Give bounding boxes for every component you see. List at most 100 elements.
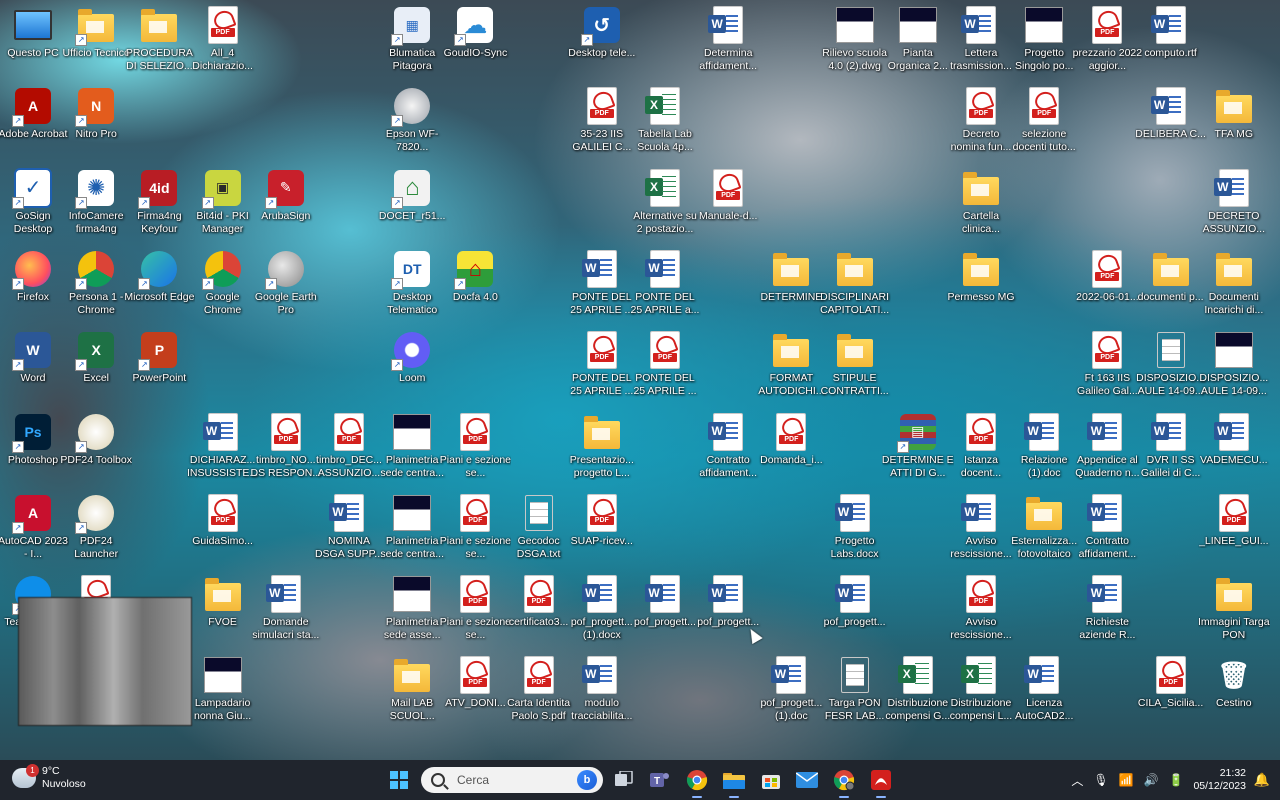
- desktop-icon[interactable]: pof_progett... (1).docx: [567, 569, 637, 649]
- desktop-icon[interactable]: Cartella clinica...: [946, 163, 1016, 243]
- desktop-icon[interactable]: ↗ Epson WF-7820...: [377, 81, 447, 161]
- desktop-icon[interactable]: DISPOSIZIO... AULE 14-09...: [1199, 325, 1269, 405]
- desktop-icon[interactable]: computo.rtf: [1136, 0, 1206, 80]
- desktop-icon[interactable]: Permesso MG: [946, 244, 1016, 324]
- desktop-icon[interactable]: Rilievo scuola 4.0 (2).dwg: [820, 0, 890, 80]
- desktop-icon[interactable]: Gecodoc DSGA.txt: [504, 488, 574, 568]
- search-input[interactable]: Cerca b: [421, 767, 603, 793]
- desktop-icon[interactable]: ▣ ↗ Bit4id - PKI Manager: [188, 163, 258, 243]
- desktop-icon[interactable]: Istanza docent...: [946, 407, 1016, 487]
- task-view-button[interactable]: [608, 764, 640, 796]
- desktop-icon[interactable]: PONTE DEL 25 APRILE ...: [630, 325, 700, 405]
- acrobat-taskbar-button[interactable]: [865, 764, 897, 798]
- desktop-icon[interactable]: prezzario 2022 aggior...: [1072, 0, 1142, 80]
- desktop-icon[interactable]: W ↗ Word: [0, 325, 68, 405]
- desktop-icon[interactable]: Mail LAB SCUOL...: [377, 650, 447, 730]
- desktop-icon[interactable]: ↗ Firefox: [0, 244, 68, 324]
- desktop-icon[interactable]: DT ↗ Desktop Telematico: [377, 244, 447, 324]
- desktop-icon[interactable]: SUAP-ricev...: [567, 488, 637, 568]
- desktop-icon[interactable]: DICHIARAZ... INSUSSISTE...: [187, 407, 258, 487]
- desktop-icon[interactable]: ⌂ ↗ DOCET_r51...: [377, 163, 447, 243]
- desktop-icon[interactable]: ↗ Persona 1 - Chrome: [61, 244, 131, 324]
- desktop-icon[interactable]: Planimetria sede centra...: [377, 488, 447, 568]
- desktop-icon[interactable]: Lettera trasmission...: [946, 0, 1016, 80]
- desktop-icon[interactable]: Appendice al Quaderno n...: [1072, 407, 1142, 487]
- desktop-icon[interactable]: NOMINA DSGA SUPP...: [314, 488, 384, 568]
- desktop-icon[interactable]: PONTE DEL 25 APRILE ...: [567, 325, 637, 405]
- desktop-icon[interactable]: Avviso rescissione...: [946, 569, 1016, 649]
- microphone-icon[interactable]: 🎙: [1093, 773, 1108, 787]
- desktop-icon[interactable]: TFA MG: [1199, 81, 1269, 161]
- desktop-icon[interactable]: STIPULE CONTRATTI...: [820, 325, 890, 405]
- desktop-icon[interactable]: ▦ ↗ Blumatica Pitagora: [377, 0, 447, 80]
- desktop-icon[interactable]: 35-23 IIS GALILEI C...: [567, 81, 637, 161]
- desktop-icon[interactable]: Questo PC: [0, 0, 68, 80]
- desktop-icon[interactable]: Tabella Lab Scuola 4p...: [630, 81, 700, 161]
- store-button[interactable]: [755, 764, 787, 796]
- desktop-icon[interactable]: certificato3...: [504, 569, 574, 649]
- desktop-icon[interactable]: PONTE DEL 25 APRILE a...: [630, 244, 700, 324]
- desktop-icon[interactable]: Planimetria sede centra...: [377, 407, 447, 487]
- desktop-icon[interactable]: Planimetria sede asse...: [377, 569, 447, 649]
- desktop-icon[interactable]: Contratto affidament...: [693, 407, 763, 487]
- desktop-icon[interactable]: N ↗ Nitro Pro: [61, 81, 131, 161]
- desktop-icon[interactable]: Avviso rescissione...: [946, 488, 1016, 568]
- desktop-icon[interactable]: Pianta Organica 2...: [883, 0, 953, 80]
- notification-bell-icon[interactable]: 🔔: [1254, 772, 1270, 788]
- desktop-icon[interactable]: Relazione (1).doc: [1009, 407, 1079, 487]
- desktop-icon[interactable]: ↗ Ufficio Tecnico: [61, 0, 131, 80]
- desktop-icon[interactable]: _LINEE_GUI...: [1199, 488, 1269, 568]
- file-explorer-button[interactable]: [718, 764, 750, 798]
- desktop-icon[interactable]: Presentazio... progetto L...: [567, 407, 637, 487]
- desktop-icon[interactable]: Esternalizza... fotovoltaico: [1009, 488, 1079, 568]
- desktop-icon[interactable]: ☁ ↗ GoudIO-Sync: [440, 0, 510, 80]
- desktop-icon[interactable]: Licenza AutoCAD2...: [1009, 650, 1079, 730]
- desktop-icon[interactable]: Determina affidament...: [693, 0, 763, 80]
- desktop-icon[interactable]: ✺ ↗ InfoCamere firma4ng: [61, 163, 131, 243]
- desktop-icon[interactable]: selezione docenti tuto...: [1009, 81, 1079, 161]
- desktop-icon[interactable]: ↗ Loom: [377, 325, 447, 405]
- chrome-taskbar-button[interactable]: [681, 764, 713, 798]
- desktop-icon[interactable]: Ft 163 IIS Galileo Gal...: [1072, 325, 1142, 405]
- desktop-icon[interactable]: ↗ Microsoft Edge: [124, 244, 194, 324]
- desktop-icon[interactable]: All_4 Dichiarazio...: [188, 0, 258, 80]
- desktop-icon[interactable]: DETERMINE: [756, 244, 826, 324]
- desktop-icon[interactable]: ✎ ↗ ArubaSign: [251, 163, 321, 243]
- desktop-icon[interactable]: ↗ Google Chrome: [188, 244, 258, 324]
- desktop-icon[interactable]: DISCIPLINARI CAPITOLATI...: [820, 244, 890, 324]
- desktop-icon[interactable]: Piani e sezione se...: [440, 407, 511, 487]
- chrome-profile-button[interactable]: [828, 764, 860, 798]
- desktop-icon[interactable]: documenti p...: [1136, 244, 1206, 324]
- desktop-icon[interactable]: CILA_Sicilia...: [1136, 650, 1206, 730]
- desktop-icon[interactable]: Lampadario nonna Giu...: [188, 650, 258, 730]
- desktop-icon[interactable]: P ↗ PowerPoint: [124, 325, 194, 405]
- bing-icon[interactable]: b: [577, 770, 597, 790]
- teams-button[interactable]: T: [644, 764, 676, 796]
- desktop-icon[interactable]: X ↗ Excel: [61, 325, 131, 405]
- desktop-icon[interactable]: PONTE DEL 25 APRILE ...: [567, 244, 637, 324]
- desktop-icon[interactable]: timbro_DEC... ASSUNZIO...: [314, 407, 384, 487]
- desktop-icon[interactable]: A ↗ Adobe Acrobat: [0, 81, 68, 161]
- desktop-icon[interactable]: Manuale-d...: [693, 163, 763, 243]
- desktop-icon[interactable]: 🗑 Cestino: [1199, 650, 1269, 730]
- desktop-icon[interactable]: ▤ ↗ DETERMINE E ATTI DI G...: [882, 407, 954, 487]
- desktop-icon[interactable]: Immagini Targa PON: [1198, 569, 1270, 649]
- desktop-icon[interactable]: ↗ PDF24 Launcher: [61, 488, 131, 568]
- desktop-icon[interactable]: Carta Identita Paolo S.pdf: [504, 650, 574, 730]
- desktop-icon[interactable]: GuidaSimo...: [188, 488, 258, 568]
- battery-icon[interactable]: 🔋: [1168, 773, 1183, 787]
- start-button[interactable]: [383, 764, 415, 796]
- desktop-icon[interactable]: ↺ ↗ Desktop tele...: [567, 0, 637, 80]
- desktop-icon[interactable]: pof_progett...: [820, 569, 890, 649]
- desktop-icon[interactable]: Alternative su 2 postazio...: [630, 163, 700, 243]
- chevron-up-icon[interactable]: ︿: [1071, 772, 1083, 789]
- desktop-icon[interactable]: 2022-06-01...: [1072, 244, 1142, 324]
- desktop-icon[interactable]: VADEMECU...: [1199, 407, 1269, 487]
- desktop-icon[interactable]: Ps ↗ Photoshop: [0, 407, 68, 487]
- desktop-icon[interactable]: A ↗ AutoCAD 2023 - I...: [0, 488, 68, 568]
- desktop-icon[interactable]: Documenti Incarichi di...: [1199, 244, 1269, 324]
- desktop-icon[interactable]: Distribuzione compensi L...: [946, 650, 1016, 730]
- video-preview-overlay[interactable]: [18, 597, 192, 726]
- desktop-icon[interactable]: Progetto Labs.docx: [820, 488, 890, 568]
- desktop-icon[interactable]: Progetto Singolo po...: [1009, 0, 1079, 80]
